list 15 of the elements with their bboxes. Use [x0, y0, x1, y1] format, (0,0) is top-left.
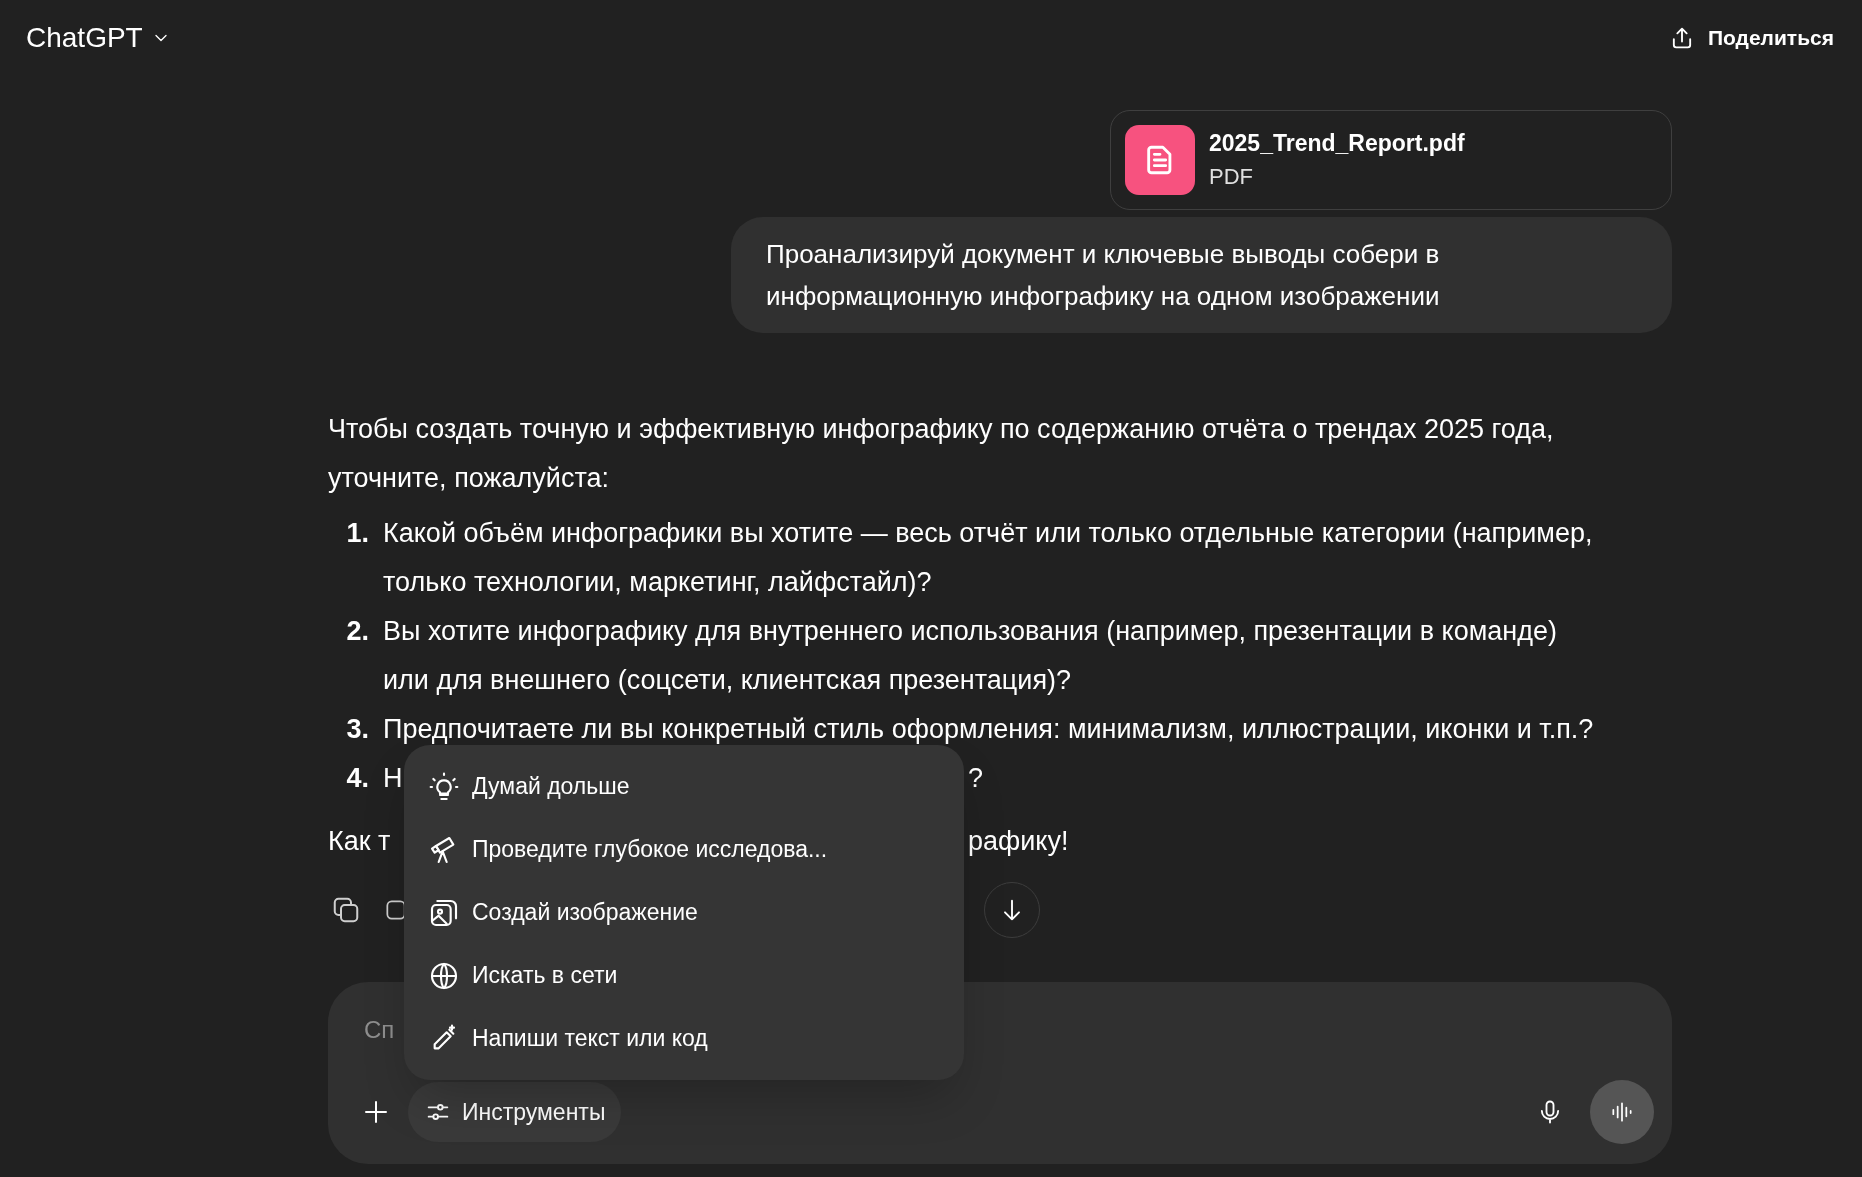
list-number: 4.	[345, 762, 370, 795]
list-item-text: ?	[968, 762, 984, 795]
list-item-text: Н	[383, 762, 403, 795]
list-item-text: Какой объём инфографики вы хотите — весь отчёт или только отдельные категории (например, только технологии, маркетинг, лайфстайл)?	[383, 517, 1594, 599]
response-text: Как т	[328, 825, 391, 858]
list-number: 3.	[345, 713, 370, 746]
list-number: 2.	[345, 615, 370, 648]
response-text: рафику!	[968, 825, 1069, 858]
response-text: Чтобы создать точную и эффективную инфографику по содержанию отчёта о трендах 2025 года, уточните, пожалуйста:	[328, 413, 1555, 495]
file-type: PDF	[1209, 163, 1254, 191]
list-number: 1.	[345, 517, 370, 550]
list-item-text: Предпочитаете ли вы конкретный стиль оформления: минимализм, иллюстрации, иконки и т.п.?	[383, 713, 1594, 746]
file-name: 2025_Trend_Report.pdf	[1209, 129, 1465, 158]
user-message: Проанализируй документ и ключевые выводы собери в информационную инфографику на одном изображении	[766, 238, 1441, 313]
list-item-text: Вы хотите инфографику для внутреннего использования (например, презентации в команде) или для внешнего (соцсети, клиентская презентация)?	[383, 615, 1558, 697]
